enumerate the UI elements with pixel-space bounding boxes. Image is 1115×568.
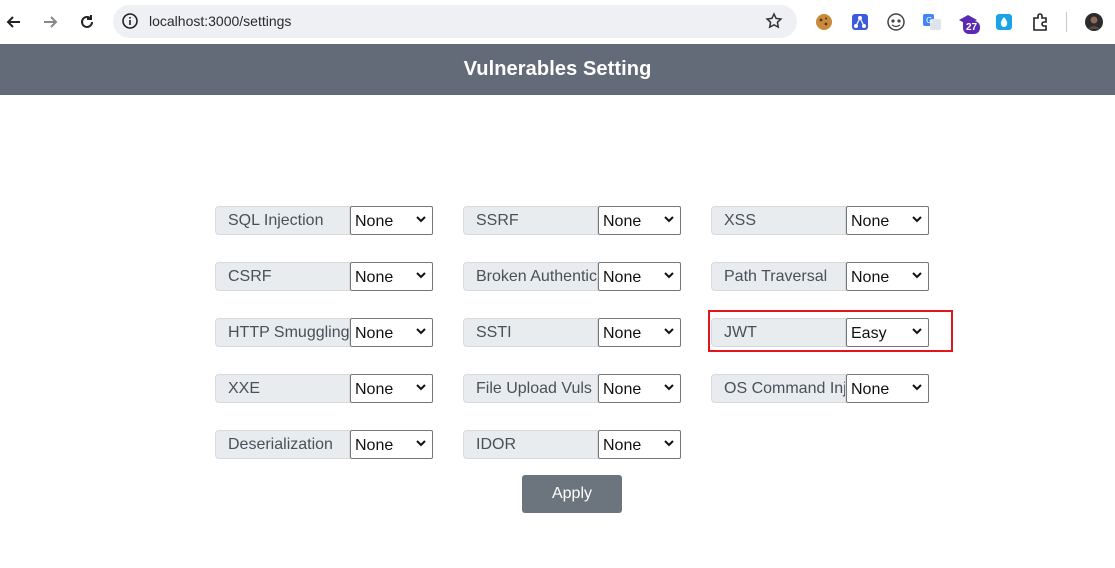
- setting-label: HTTP Smuggling: [215, 318, 350, 347]
- setting-label: Deserialization: [215, 430, 350, 459]
- chevron-down-icon: [912, 272, 922, 279]
- file-upload-select[interactable]: None: [598, 374, 681, 403]
- setting-xss: XSS None: [711, 205, 929, 235]
- back-arrow-icon: [6, 16, 20, 28]
- setting-http-smuggling: HTTP Smuggling None: [215, 317, 433, 347]
- path-traversal-select[interactable]: None: [846, 262, 929, 291]
- mask-extension-icon[interactable]: [885, 11, 907, 33]
- address-bar[interactable]: localhost:3000/settings: [113, 5, 797, 38]
- browser-toolbar: localhost:3000/settings G 27: [0, 0, 1115, 44]
- extensions-puzzle-icon[interactable]: [1029, 11, 1051, 33]
- apply-button[interactable]: Apply: [522, 475, 622, 513]
- jwt-highlight-box: [708, 310, 953, 352]
- setting-label: CSRF: [215, 262, 350, 291]
- deserialization-select[interactable]: None: [350, 430, 433, 459]
- chevron-down-icon: [664, 272, 674, 279]
- setting-ssti: SSTI None: [463, 317, 681, 347]
- chevron-down-icon: [416, 272, 426, 279]
- setting-label: Broken Authentic: [463, 262, 598, 291]
- vulnerability-settings-grid: SQL Injection None SSRF None XSS None CS…: [215, 205, 975, 505]
- chevron-down-icon: [664, 216, 674, 223]
- http-smuggling-select[interactable]: None: [350, 318, 433, 347]
- setting-file-upload: File Upload Vuls None: [463, 373, 681, 403]
- profile-avatar[interactable]: [1083, 11, 1105, 33]
- setting-sql-injection: SQL Injection None: [215, 205, 433, 235]
- csrf-select[interactable]: None: [350, 262, 433, 291]
- setting-label: SSRF: [463, 206, 598, 235]
- site-info-icon[interactable]: [121, 12, 139, 30]
- idor-select[interactable]: None: [598, 430, 681, 459]
- reload-icon: [81, 15, 93, 28]
- setting-path-traversal: Path Traversal None: [711, 261, 929, 291]
- chevron-down-icon: [664, 384, 674, 391]
- chevron-down-icon: [912, 216, 922, 223]
- cookie-extension-icon[interactable]: [813, 11, 835, 33]
- url-text: localhost:3000/settings: [149, 13, 292, 29]
- setting-label: SSTI: [463, 318, 598, 347]
- setting-label: XSS: [711, 206, 846, 235]
- bookmark-star-icon[interactable]: [765, 12, 783, 30]
- setting-broken-authentication: Broken Authentic None: [463, 261, 681, 291]
- back-button[interactable]: [0, 8, 28, 36]
- water-drop-extension-icon[interactable]: [993, 11, 1015, 33]
- chevron-down-icon: [664, 328, 674, 335]
- chevron-down-icon: [416, 384, 426, 391]
- chevron-down-icon: [416, 216, 426, 223]
- setting-deserialization: Deserialization None: [215, 429, 433, 459]
- setting-label: File Upload Vuls: [463, 374, 598, 403]
- extension-badge: 27: [963, 21, 981, 34]
- setting-label: Path Traversal: [711, 262, 846, 291]
- ssti-select[interactable]: None: [598, 318, 681, 347]
- svg-text:G: G: [926, 16, 932, 25]
- page-title: Vulnerables Setting: [463, 58, 652, 80]
- setting-label: SQL Injection: [215, 206, 350, 235]
- xss-select[interactable]: None: [846, 206, 929, 235]
- ssrf-select[interactable]: None: [598, 206, 681, 235]
- toolbar-divider: [1066, 12, 1067, 32]
- sql-injection-select[interactable]: None: [350, 206, 433, 235]
- forward-button[interactable]: [36, 8, 64, 36]
- setting-csrf: CSRF None: [215, 261, 433, 291]
- forward-arrow-icon: [44, 16, 58, 28]
- setting-label: OS Command Inje: [711, 374, 846, 403]
- setting-os-command-injection: OS Command Inje None: [711, 373, 929, 403]
- os-command-injection-select[interactable]: None: [846, 374, 929, 403]
- chevron-down-icon: [912, 384, 922, 391]
- setting-label: XXE: [215, 374, 350, 403]
- chevron-down-icon: [664, 440, 674, 447]
- network-extension-icon[interactable]: [849, 11, 871, 33]
- chevron-down-icon: [416, 440, 426, 447]
- setting-idor: IDOR None: [463, 429, 681, 459]
- app-header: Vulnerables Setting: [0, 44, 1115, 95]
- xxe-select[interactable]: None: [350, 374, 433, 403]
- setting-xxe: XXE None: [215, 373, 433, 403]
- chevron-down-icon: [416, 328, 426, 335]
- setting-label: IDOR: [463, 430, 598, 459]
- broken-authentication-select[interactable]: None: [598, 262, 681, 291]
- setting-ssrf: SSRF None: [463, 205, 681, 235]
- translate-extension-icon[interactable]: G: [921, 11, 943, 33]
- reload-button[interactable]: [73, 8, 101, 36]
